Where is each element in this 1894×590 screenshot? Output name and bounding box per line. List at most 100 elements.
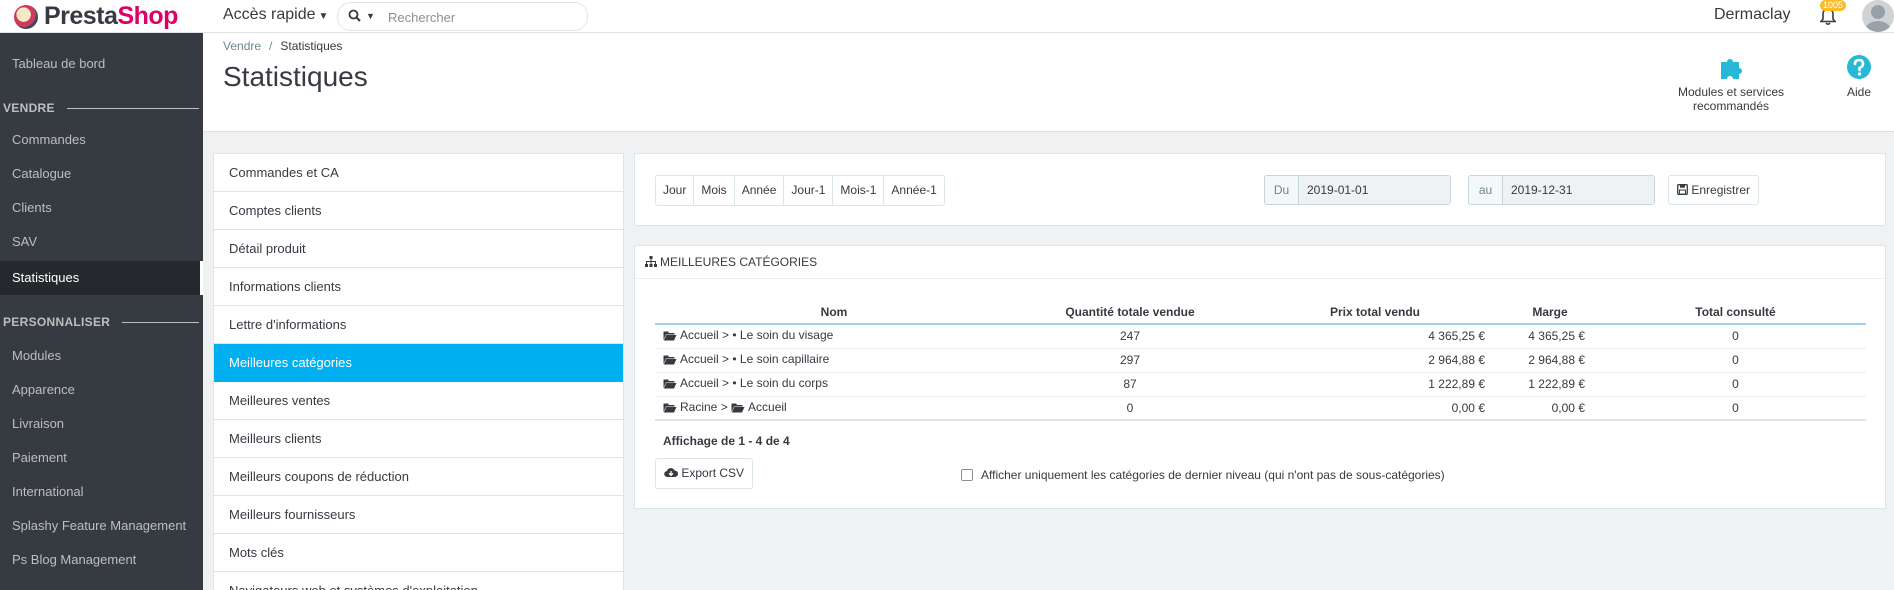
top-bar: PrestaShop Accès rapide▼ ▼ Dermaclay 100… xyxy=(0,0,1894,33)
stats-item-newsletter[interactable]: Lettre d'informations xyxy=(214,306,623,344)
panel-title: MEILLEURES CATÉGORIES xyxy=(660,255,818,269)
stats-item-product-detail[interactable]: Détail produit xyxy=(214,230,623,268)
search-icon[interactable] xyxy=(348,9,361,25)
brand-name: PrestaShop xyxy=(44,2,178,30)
sidebar-item-dashboard[interactable]: Tableau de bord xyxy=(0,47,203,81)
search-scope-caret-icon[interactable]: ▼ xyxy=(366,11,375,21)
margin-cell: 1 222,89 € xyxy=(1495,372,1605,397)
category-name-cell: Racine > Accueil xyxy=(655,396,1005,421)
stats-item-best-categories[interactable]: Meilleures catégories xyxy=(214,344,623,382)
sidebar-item-orders[interactable]: Commandes xyxy=(0,123,203,157)
stats-item-best-suppliers[interactable]: Meilleurs fournisseurs xyxy=(214,496,623,534)
date-from-field[interactable]: Du 2019-01-01 xyxy=(1264,175,1451,205)
section-divider xyxy=(66,107,199,109)
avatar[interactable] xyxy=(1862,0,1894,32)
section-divider xyxy=(122,321,199,323)
recommended-modules-button[interactable]: Modules et services recommandés xyxy=(1641,53,1821,113)
stats-modules-list: Commandes et CA Comptes clients Détail p… xyxy=(213,153,624,590)
views-cell: 0 xyxy=(1605,348,1866,373)
page-header: Vendre / Statistiques Statistiques Modules… xyxy=(203,33,1894,132)
column-header-name[interactable]: Nom xyxy=(655,300,1005,325)
views-cell: 0 xyxy=(1605,396,1866,421)
leaf-categories-only-checkbox[interactable] xyxy=(961,469,973,481)
export-csv-button[interactable]: Export CSV xyxy=(655,458,754,489)
quick-access-label: Accès rapide xyxy=(223,6,316,23)
margin-cell: 4 365,25 € xyxy=(1495,324,1605,349)
stats-item-orders-revenue[interactable]: Commandes et CA xyxy=(214,154,623,192)
breadcrumb-parent-link[interactable]: Vendre xyxy=(223,39,261,53)
table-row: Accueil > • Le soin du visage 247 4 365,… xyxy=(655,324,1866,349)
save-label: Enregistrer xyxy=(1691,183,1751,197)
stats-item-customer-info[interactable]: Informations clients xyxy=(214,268,623,306)
sidebar-item-payment[interactable]: Paiement xyxy=(0,441,203,475)
sidebar-item-customers[interactable]: Clients xyxy=(0,191,203,225)
period-prev-year-button[interactable]: Année-1 xyxy=(884,176,943,205)
sidebar-item-international[interactable]: International xyxy=(0,475,203,509)
period-year-button[interactable]: Année xyxy=(735,176,785,205)
categories-table: Nom Quantité totale vendue Prix total ve… xyxy=(655,300,1866,421)
puzzle-icon xyxy=(1717,53,1745,81)
column-header-total-price[interactable]: Prix total vendu xyxy=(1255,300,1495,325)
total-price-cell: 0,00 € xyxy=(1255,396,1495,421)
stats-item-keywords[interactable]: Mots clés xyxy=(214,534,623,572)
sidebar: Tableau de bord VENDRE Commandes Catalog… xyxy=(0,33,203,590)
views-cell: 0 xyxy=(1605,324,1866,349)
date-from-input[interactable]: 2019-01-01 xyxy=(1299,176,1450,204)
table-row: Accueil > • Le soin du corps 87 1 222,89… xyxy=(655,372,1866,397)
date-to-input[interactable]: 2019-12-31 xyxy=(1503,176,1654,204)
period-prev-month-button[interactable]: Mois-1 xyxy=(833,176,885,205)
quick-access-menu[interactable]: Accès rapide ▼ xyxy=(223,6,328,24)
column-header-margin[interactable]: Marge xyxy=(1495,300,1605,325)
quantity-cell: 297 xyxy=(1005,348,1255,373)
sidebar-item-stats[interactable]: Statistiques xyxy=(0,261,203,295)
help-icon xyxy=(1845,53,1873,81)
best-categories-panel: MEILLEURES CATÉGORIES Nom Quantité total… xyxy=(634,245,1886,509)
logo[interactable]: PrestaShop xyxy=(14,2,178,31)
sitemap-icon xyxy=(645,247,657,279)
stats-item-best-vouchers[interactable]: Meilleurs coupons de réduction xyxy=(214,458,623,496)
column-header-views[interactable]: Total consulté xyxy=(1605,300,1866,325)
sidebar-item-shipping[interactable]: Livraison xyxy=(0,407,203,441)
search-input[interactable] xyxy=(388,8,578,26)
sidebar-item-blog[interactable]: Ps Blog Management xyxy=(0,543,203,577)
pagination-summary: Affichage de 1 - 4 de 4 xyxy=(663,434,790,448)
save-button[interactable]: Enregistrer xyxy=(1668,175,1760,205)
breadcrumb-current: Statistiques xyxy=(280,39,343,53)
total-price-cell: 4 365,25 € xyxy=(1255,324,1495,349)
sidebar-item-catalog[interactable]: Catalogue xyxy=(0,157,203,191)
period-day-button[interactable]: Jour xyxy=(656,176,695,205)
panel-heading: MEILLEURES CATÉGORIES xyxy=(635,246,1885,279)
quantity-cell: 87 xyxy=(1005,372,1255,397)
stats-item-customer-accounts[interactable]: Comptes clients xyxy=(214,192,623,230)
category-name-cell: Accueil > • Le soin capillaire xyxy=(655,348,1005,373)
sidebar-item-after-sales[interactable]: SAV xyxy=(0,225,203,259)
sidebar-item-splashy[interactable]: Splashy Feature Management xyxy=(0,509,203,543)
breadcrumb-separator: / xyxy=(269,39,273,53)
stats-item-best-sales[interactable]: Meilleures ventes xyxy=(214,382,623,420)
sidebar-item-appearance[interactable]: Apparence xyxy=(0,373,203,407)
cloud-download-icon xyxy=(664,466,679,480)
period-prev-day-button[interactable]: Jour-1 xyxy=(784,176,834,205)
help-button[interactable]: Aide xyxy=(1839,53,1879,99)
period-month-button[interactable]: Mois xyxy=(694,176,735,205)
folder-open-icon xyxy=(663,378,677,392)
date-to-field[interactable]: au 2019-12-31 xyxy=(1468,175,1655,205)
column-header-quantity[interactable]: Quantité totale vendue xyxy=(1005,300,1255,325)
stats-item-best-customers[interactable]: Meilleurs clients xyxy=(214,420,623,458)
breadcrumb: Vendre / Statistiques xyxy=(223,39,342,53)
date-filter-panel: Jour Mois Année Jour-1 Mois-1 Année-1 Du… xyxy=(634,153,1886,226)
table-row: Accueil > • Le soin capillaire 297 2 964… xyxy=(655,348,1866,373)
sidebar-item-modules[interactable]: Modules xyxy=(0,339,203,373)
margin-cell: 2 964,88 € xyxy=(1495,348,1605,373)
date-to-label: au xyxy=(1469,176,1503,204)
shop-name-link[interactable]: Dermaclay xyxy=(1714,6,1790,24)
date-from-label: Du xyxy=(1265,176,1299,204)
table-row: Racine > Accueil 0 0,00 € 0,00 € 0 xyxy=(655,396,1866,421)
views-cell: 0 xyxy=(1605,372,1866,397)
sidebar-section-sell: VENDRE xyxy=(3,98,199,118)
period-button-group: Jour Mois Année Jour-1 Mois-1 Année-1 xyxy=(655,175,945,206)
leaf-categories-only-option[interactable]: Afficher uniquement les catégories de de… xyxy=(961,468,1445,482)
sidebar-section-customize: PERSONNALISER xyxy=(3,312,199,332)
table-header-row: Nom Quantité totale vendue Prix total ve… xyxy=(655,300,1866,325)
stats-item-browsers-os[interactable]: Navigateurs web et systèmes d'exploitati… xyxy=(214,572,623,590)
